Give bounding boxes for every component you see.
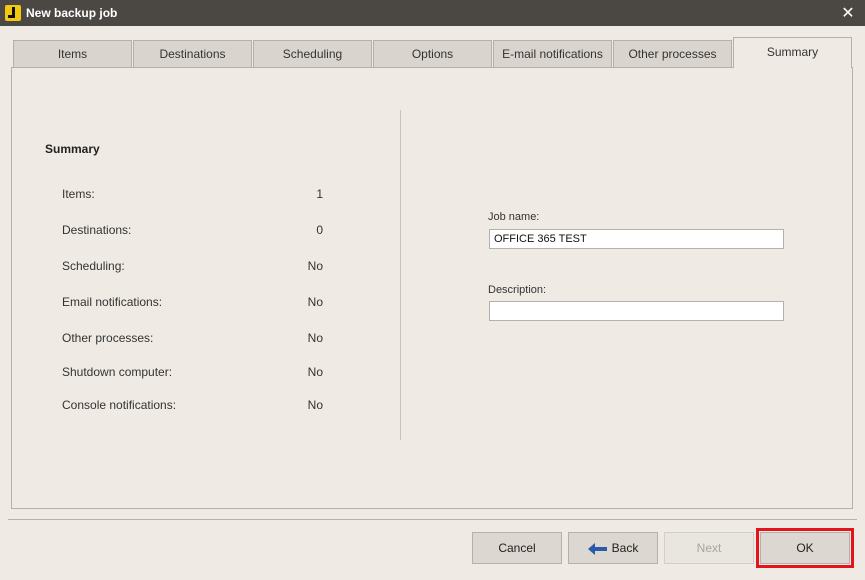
summary-label-scheduling: Scheduling: xyxy=(62,259,125,273)
job-name-input[interactable] xyxy=(489,229,784,249)
left-arrow-icon xyxy=(587,542,607,555)
tab-summary[interactable]: Summary xyxy=(733,37,852,68)
summary-value-other-processes: No xyxy=(307,331,323,345)
summary-label-email-notifications: Email notifications: xyxy=(62,295,163,309)
ok-button-label: OK xyxy=(796,541,814,555)
tab-items[interactable]: Items xyxy=(13,40,132,67)
tab-label: E-mail notifications xyxy=(502,47,603,61)
title-bar: New backup job ✕ xyxy=(0,0,865,26)
tab-panel xyxy=(11,67,853,509)
summary-value-scheduling: No xyxy=(307,259,323,273)
back-button[interactable]: Back xyxy=(568,532,658,564)
description-label: Description: xyxy=(488,284,547,296)
cancel-button[interactable]: Cancel xyxy=(472,532,562,564)
summary-label-destinations: Destinations: xyxy=(62,223,132,237)
tab-label: Items xyxy=(57,47,88,61)
tab-label: Options xyxy=(411,47,454,61)
vertical-divider xyxy=(400,110,401,440)
summary-value-destinations: 0 xyxy=(316,223,323,237)
tab-options[interactable]: Options xyxy=(373,40,492,67)
summary-value-items: 1 xyxy=(316,187,323,201)
back-button-label: Back xyxy=(611,541,639,555)
tab-other-processes[interactable]: Other processes xyxy=(613,40,732,67)
summary-label-other-processes: Other processes: xyxy=(62,331,154,345)
tab-scheduling[interactable]: Scheduling xyxy=(253,40,372,67)
ok-button[interactable]: OK xyxy=(756,528,854,568)
tab-label: Summary xyxy=(766,45,819,59)
tab-label: Destinations xyxy=(159,47,226,61)
next-button[interactable]: Next xyxy=(664,532,754,564)
summary-label-console-notifications: Console notifications: xyxy=(62,398,177,412)
tab-label: Other processes xyxy=(628,47,717,61)
cancel-button-label: Cancel xyxy=(498,541,536,555)
tab-label: Scheduling xyxy=(282,47,343,61)
job-name-label: Job name: xyxy=(488,211,540,223)
summary-heading: Summary xyxy=(45,142,100,156)
backup-app-icon xyxy=(5,5,21,21)
tab-destinations[interactable]: Destinations xyxy=(133,40,252,67)
summary-label-items: Items: xyxy=(62,187,95,201)
close-icon[interactable]: ✕ xyxy=(831,0,865,26)
next-button-label: Next xyxy=(696,541,722,555)
footer-separator xyxy=(8,519,857,520)
summary-value-shutdown-computer: No xyxy=(307,365,323,379)
description-input[interactable] xyxy=(489,301,784,321)
summary-value-console-notifications: No xyxy=(307,398,323,412)
tab-email-notifications[interactable]: E-mail notifications xyxy=(493,40,612,67)
summary-value-email-notifications: No xyxy=(307,295,323,309)
summary-label-shutdown-computer: Shutdown computer: xyxy=(62,365,173,379)
window-title: New backup job xyxy=(26,6,118,20)
